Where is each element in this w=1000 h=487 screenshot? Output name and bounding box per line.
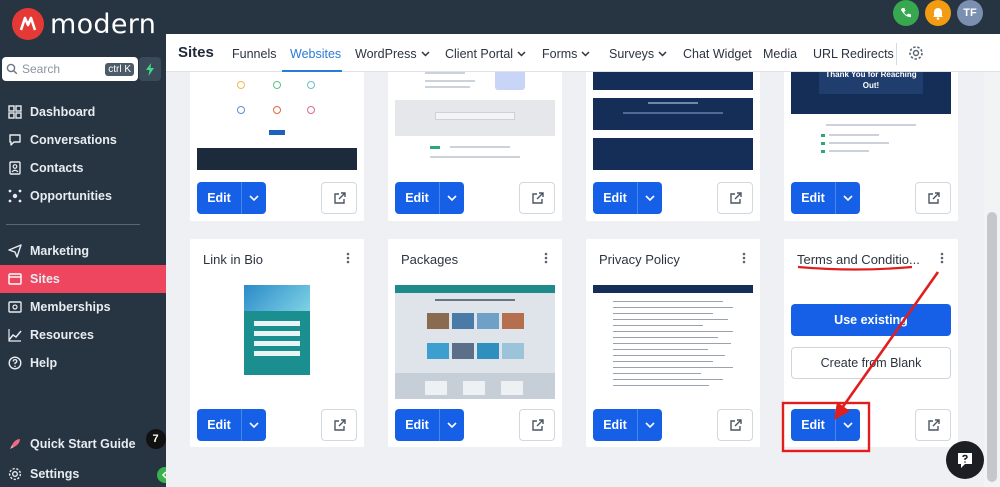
chevron-down-icon [421, 51, 430, 57]
help-chat-icon [958, 453, 972, 468]
sidebar-item-label: Contacts [30, 161, 84, 175]
sub-nav: Sites Funnels Websites WordPress Client … [166, 34, 1000, 72]
tab-funnels[interactable]: Funnels [232, 47, 276, 61]
settings-gear-button[interactable] [908, 45, 924, 66]
chat-icon [9, 134, 21, 146]
sidebar-item-sites[interactable]: Sites [0, 265, 166, 293]
sidebar-item-label: Resources [30, 328, 94, 342]
arrow-annotation [840, 271, 940, 409]
rocket-icon [10, 439, 20, 449]
sidebar-item-conversations[interactable]: Conversations [0, 126, 166, 154]
chart-icon [8, 329, 22, 342]
quick-start-badge: 7 [145, 429, 166, 449]
logo[interactable]: modern [12, 8, 156, 40]
sidebar-item-opportunities[interactable]: Opportunities [0, 182, 166, 210]
tab-surveys[interactable]: Surveys [609, 47, 667, 61]
sidebar-item-settings[interactable]: Settings [0, 460, 166, 487]
gear-icon [909, 46, 923, 60]
support-chat-button[interactable] [946, 441, 984, 479]
quick-action-button[interactable] [139, 57, 161, 81]
scrollbar-thumb[interactable] [987, 212, 997, 482]
websites-grid: Edit Edit Edit Thank You for Reaching Ou… [166, 72, 984, 487]
chevron-down-icon [517, 51, 526, 57]
help-icon [8, 356, 22, 370]
sidebar-item-label: Dashboard [30, 105, 96, 119]
sidebar-item-label: Memberships [30, 300, 111, 314]
search-input[interactable]: Search ctrl K [2, 57, 138, 81]
search-shortcut: ctrl K [105, 62, 134, 76]
quick-start-guide[interactable]: Quick Start Guide 7 [0, 429, 166, 458]
annotation-overlay [781, 265, 940, 453]
sidebar-item-resources[interactable]: Resources [0, 321, 166, 349]
tab-label: Forms [542, 47, 578, 61]
sidebar-item-help[interactable]: Help [0, 349, 166, 377]
tab-url-redirects[interactable]: URL Redirects [813, 47, 894, 61]
arrow-head-annotation [834, 402, 850, 420]
opportunities-icon [8, 189, 22, 203]
top-bar: TF [166, 0, 1000, 34]
tab-websites[interactable]: Websites [290, 47, 341, 61]
sidebar-item-label: Settings [30, 467, 80, 481]
tab-label: Media [763, 47, 798, 61]
tab-label: Client Portal [445, 47, 514, 61]
tab-forms[interactable]: Forms [542, 47, 590, 61]
sidebar-item-marketing[interactable]: Marketing [0, 237, 166, 265]
quick-start-label: Quick Start Guide [30, 437, 136, 451]
contacts-icon [9, 161, 21, 175]
sites-icon [8, 273, 22, 285]
sidebar-item-label: Opportunities [30, 189, 112, 203]
title-underline-annotation [797, 265, 913, 271]
tab-label: Surveys [609, 47, 655, 61]
chevron-down-icon [581, 51, 590, 57]
tab-label: URL Redirects [813, 47, 894, 61]
phone-icon [901, 8, 911, 18]
page-title: Sites [178, 44, 214, 61]
sidebar-item-label: Sites [30, 272, 60, 286]
sidebar-item-dashboard[interactable]: Dashboard [0, 98, 166, 126]
sidebar-item-label: Help [30, 356, 58, 370]
edit-highlight-annotation [781, 401, 871, 453]
brand-name: modern [50, 8, 157, 40]
bell-icon [933, 7, 943, 20]
sidebar-divider [6, 224, 140, 225]
notifications-button[interactable] [925, 0, 951, 26]
search-icon [6, 63, 18, 75]
sidebar-item-label: Conversations [30, 133, 117, 147]
tab-label: Chat Widget [683, 47, 752, 61]
gear-icon [8, 467, 22, 481]
tab-label: Funnels [232, 47, 277, 61]
sidebar-item-contacts[interactable]: Contacts [0, 154, 166, 182]
dashboard-icon [8, 105, 22, 119]
tab-wordpress[interactable]: WordPress [355, 47, 430, 61]
phone-button[interactable] [893, 0, 919, 26]
sidebar: modern Search ctrl K Dashboard Conversat… [0, 0, 166, 487]
sidebar-item-memberships[interactable]: Memberships [0, 293, 166, 321]
memberships-icon [8, 301, 22, 313]
bolt-icon [146, 62, 154, 76]
tab-chat-widget[interactable]: Chat Widget [683, 47, 752, 61]
logo-mark-icon [12, 8, 44, 40]
search-placeholder: Search [22, 62, 61, 76]
send-icon [8, 244, 22, 258]
subnav-divider [896, 43, 897, 65]
tab-label: Websites [290, 47, 342, 61]
sidebar-item-label: Marketing [30, 244, 90, 258]
chevron-down-icon [658, 51, 667, 57]
scrollbar[interactable] [984, 72, 1000, 487]
tab-label: WordPress [355, 47, 417, 61]
avatar[interactable]: TF [957, 0, 983, 26]
tab-client-portal[interactable]: Client Portal [445, 47, 526, 61]
tab-media[interactable]: Media [763, 47, 797, 61]
